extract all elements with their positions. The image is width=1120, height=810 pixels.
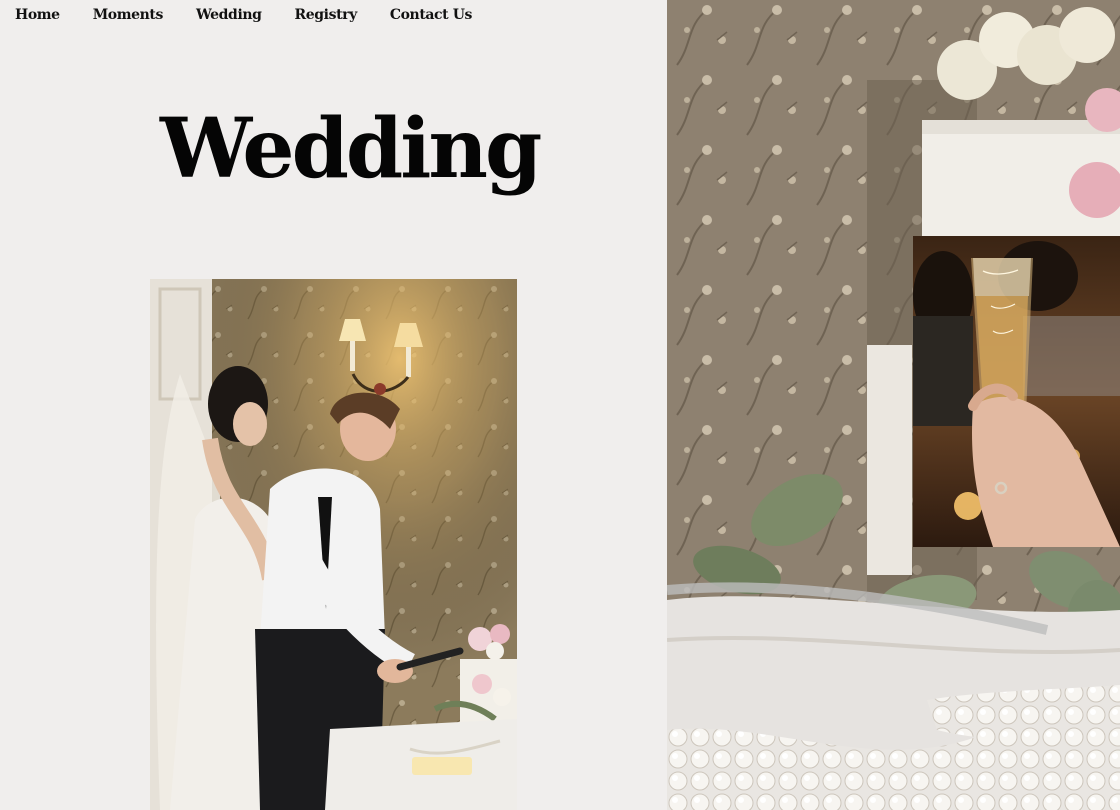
nav-registry[interactable]: Registry <box>295 7 358 23</box>
nav-home[interactable]: Home <box>15 7 60 23</box>
nav-moments[interactable]: Moments <box>93 7 164 23</box>
nav-contact-us[interactable]: Contact Us <box>390 7 473 23</box>
nav-wedding[interactable]: Wedding <box>196 7 262 23</box>
main-nav: Home Moments Wedding Registry Contact Us <box>15 4 472 26</box>
champagne-glass-photo <box>913 236 1120 547</box>
cake-cutting-photo <box>150 279 517 810</box>
page-title: Wedding <box>160 101 542 197</box>
